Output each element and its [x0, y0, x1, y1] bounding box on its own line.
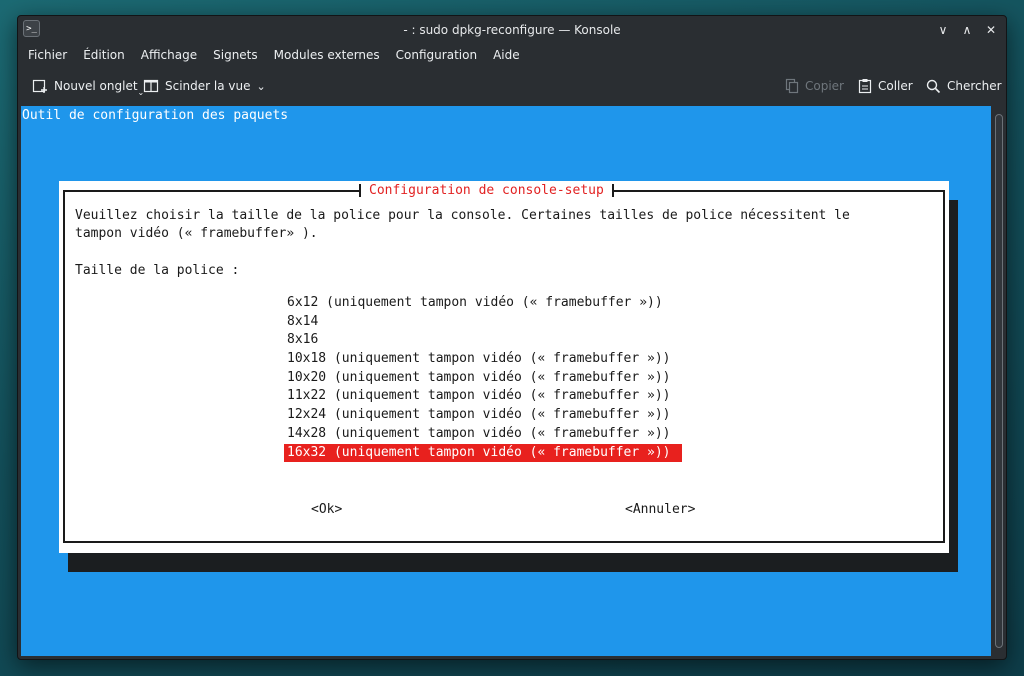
- terminal-scrollbar[interactable]: [994, 108, 1004, 654]
- find-label: Chercher: [947, 79, 1002, 93]
- new-tab-icon: [32, 78, 48, 94]
- menu-configuration[interactable]: Configuration: [388, 44, 485, 66]
- list-item-selected[interactable]: 16x32 (uniquement tampon vidéo (« frameb…: [284, 443, 682, 463]
- split-view-icon: [143, 78, 159, 94]
- paste-icon: [858, 78, 872, 94]
- list-item[interactable]: 8x16: [284, 331, 329, 350]
- menu-signets[interactable]: Signets: [205, 44, 266, 66]
- search-icon: [926, 79, 941, 94]
- copy-label: Copier: [805, 79, 844, 93]
- close-button[interactable]: ✕: [980, 19, 1002, 41]
- copy-button[interactable]: Copier: [785, 74, 844, 98]
- list-item[interactable]: 11x22 (uniquement tampon vidéo (« frameb…: [284, 387, 682, 406]
- dialog-description-line1: Veuillez choisir la taille de la police …: [75, 208, 850, 223]
- maximize-button[interactable]: ∧: [956, 19, 978, 41]
- list-item[interactable]: 8x14: [284, 313, 329, 332]
- konsole-app-icon[interactable]: >_: [23, 20, 40, 37]
- dialog-description-line2: tampon vidéo (« framebuffer» ).: [75, 226, 318, 241]
- window-title: - : sudo dpkg-reconfigure — Konsole: [403, 23, 621, 37]
- menu-edition[interactable]: Édition: [75, 44, 133, 66]
- paste-label: Coller: [878, 79, 913, 93]
- copy-icon: [785, 78, 799, 94]
- menu-modules-externes[interactable]: Modules externes: [266, 44, 388, 66]
- split-view-label: Scinder la vue: [165, 79, 251, 93]
- title-bar[interactable]: >_ - : sudo dpkg-reconfigure — Konsole ∨…: [18, 16, 1006, 44]
- font-size-prompt: Taille de la police :: [75, 263, 240, 278]
- new-tab-label: Nouvel onglet: [54, 79, 138, 93]
- toolbar: Nouvel onglet ⌄ Scinder la vue ⌄ Copier …: [18, 72, 1006, 100]
- list-item[interactable]: 12x24 (uniquement tampon vidéo (« frameb…: [284, 406, 682, 425]
- list-item[interactable]: 6x12 (uniquement tampon vidéo (« framebu…: [284, 294, 674, 313]
- list-item[interactable]: 10x18 (uniquement tampon vidéo (« frameb…: [284, 350, 682, 369]
- minimize-button[interactable]: ∨: [932, 19, 954, 41]
- config-dialog: Configuration de console-setup Veuillez …: [59, 181, 949, 553]
- terminal-view[interactable]: Outil de configuration des paquets Confi…: [21, 106, 991, 656]
- menu-fichier[interactable]: Fichier: [20, 44, 75, 66]
- paste-button[interactable]: Coller: [858, 74, 913, 98]
- split-view-button[interactable]: Scinder la vue ⌄: [143, 74, 266, 98]
- ok-button[interactable]: <Ok>: [311, 501, 342, 519]
- font-size-list: 6x12 (uniquement tampon vidéo (« framebu…: [284, 294, 682, 463]
- scrollbar-thumb[interactable]: [995, 114, 1003, 648]
- dialog-title: Configuration de console-setup: [359, 181, 614, 200]
- menu-aide[interactable]: Aide: [485, 44, 528, 66]
- menu-affichage[interactable]: Affichage: [133, 44, 205, 66]
- cancel-button[interactable]: <Annuler>: [625, 501, 695, 519]
- list-item[interactable]: 10x20 (uniquement tampon vidéo (« frameb…: [284, 369, 682, 388]
- chevron-down-icon: ⌄: [256, 79, 266, 93]
- window-controls: ∨ ∧ ✕: [932, 19, 1002, 41]
- terminal-header-text: Outil de configuration des paquets: [22, 108, 289, 123]
- konsole-window: >_ - : sudo dpkg-reconfigure — Konsole ∨…: [17, 15, 1007, 660]
- menu-bar: Fichier Édition Affichage Signets Module…: [18, 44, 1006, 66]
- find-button[interactable]: Chercher: [926, 74, 1002, 98]
- list-item[interactable]: 14x28 (uniquement tampon vidéo (« frameb…: [284, 425, 682, 444]
- new-tab-button[interactable]: Nouvel onglet ⌄: [32, 74, 144, 98]
